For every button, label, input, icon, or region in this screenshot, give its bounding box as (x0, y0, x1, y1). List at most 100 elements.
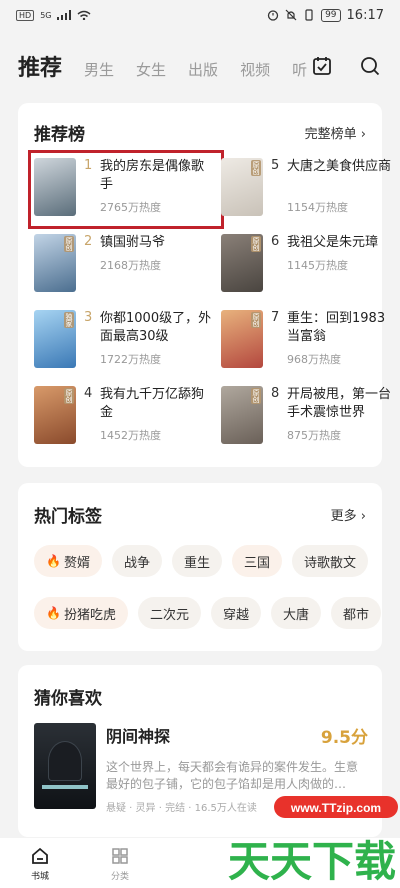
tag-chip[interactable]: 诗歌散文 (292, 545, 369, 577)
watermark-url: www.TTzip.com (290, 801, 381, 815)
rank-info: 8 开局被甩，第一台手术震惊世界 875万热度 (271, 386, 391, 446)
rank-item[interactable]: 原创 7 重生：回到1983当富翁 968万热度 (221, 310, 391, 370)
cover-tag: 原创 (64, 388, 74, 404)
tab-recommend[interactable]: 推荐 (18, 50, 62, 82)
rank-item[interactable]: 独家 3 你都1000级了，外面最高30级 1722万热度 (34, 310, 216, 370)
cover-tag: 原创 (64, 236, 74, 252)
bottom-nav-label: 分类 (110, 872, 129, 882)
book-cover: 原创 (34, 234, 76, 292)
book-title: 重生：回到1983当富翁 (287, 311, 386, 344)
tag-chip[interactable]: 🔥 扮猪吃虎 (34, 597, 128, 629)
tab-female[interactable]: 女生 (136, 59, 166, 80)
book-title: 你都1000级了，外面最高30级 (100, 311, 212, 344)
tag-row: 🔥 赘婿 战争 重生 三国 诗歌散文 (34, 545, 369, 577)
status-left: HD 5G (16, 9, 91, 21)
rank-item[interactable]: 原创 4 我有九千万亿舔狗金 1452万热度 (34, 386, 216, 446)
hot-tags-card: 热门标签 更多 › 🔥 赘婿 战争 重生 三国 诗歌散文 🔥 扮猪吃虎 二次元 穿越… (18, 483, 382, 651)
rank-number: 5 (271, 158, 280, 173)
book-cover: 原创 (221, 386, 263, 444)
book-cover (34, 158, 76, 216)
cover-tag: 原创 (251, 312, 261, 328)
rank-number: 3 (84, 310, 93, 325)
signal-icon (57, 10, 72, 20)
tag-chip[interactable]: 都市 (331, 597, 382, 629)
tag-chip[interactable]: 战争 (111, 545, 162, 577)
rank-info: 4 我有九千万亿舔狗金 1452万热度 (84, 386, 216, 446)
book-cover: 原创 (221, 234, 263, 292)
tab-listen[interactable]: 听 (292, 59, 307, 80)
tag-label: 赘婿 (63, 555, 90, 571)
watermark-logo-text: 天天下载 (228, 837, 396, 886)
hot-tags-header: 热门标签 更多 › (18, 483, 382, 545)
guess-title: 猜你喜欢 (34, 688, 102, 709)
cover-tag: 独家 (64, 312, 74, 328)
rank-item[interactable]: 1 我的房东是偶像歌手 2765万热度 (34, 158, 216, 218)
search-icon[interactable] (358, 54, 382, 78)
tab-video[interactable]: 视频 (240, 59, 270, 80)
heat-label: 875万热度 (287, 429, 341, 442)
heat-label: 2168万热度 (100, 259, 161, 272)
rank-info: 1 我的房东是偶像歌手 2765万热度 (84, 158, 216, 218)
book-cover (34, 723, 96, 809)
heat-label: 968万热度 (287, 353, 341, 366)
status-bar: HD 5G 99 16:17 (0, 0, 400, 30)
heat-label: 2765万热度 (100, 201, 161, 214)
hd-badge: HD (16, 9, 35, 21)
book-cover: 独家 (34, 310, 76, 368)
rank-info: 3 你都1000级了，外面最高30级 1722万热度 (84, 310, 216, 370)
book-score: 9.5分 (320, 728, 368, 748)
bottom-nav-label: 书城 (30, 872, 49, 882)
clock: 16:17 (346, 7, 384, 23)
grid-icon (112, 848, 128, 864)
rank-item[interactable]: 原创 6 我祖父是朱元璋 1145万热度 (221, 234, 391, 294)
full-ranking-link[interactable]: 完整榜单 › (305, 123, 366, 142)
book-title: 我的房东是偶像歌手 (100, 159, 205, 192)
status-right: 99 16:17 (267, 8, 384, 23)
cover-tag: 原创 (251, 388, 261, 404)
bottom-nav-bookstore[interactable]: 书城 (0, 838, 80, 888)
guess-header: 猜你喜欢 (18, 665, 382, 727)
tab-male[interactable]: 男生 (84, 59, 114, 80)
rank-number: 2 (84, 234, 93, 249)
rank-number: 1 (84, 158, 93, 173)
more-tags-link[interactable]: 更多 › (331, 505, 366, 524)
cover-tag: 原创 (251, 236, 261, 252)
book-title: 我有九千万亿舔狗金 (100, 387, 205, 420)
calendar-check-icon[interactable] (310, 54, 334, 78)
rank-item[interactable]: 原创 5 大唐之美食供应商 1154万热度 (221, 158, 391, 218)
nav-icons (310, 54, 382, 78)
book-cover: 原创 (221, 158, 263, 216)
battery-indicator: 99 (321, 8, 341, 22)
home-icon (32, 847, 48, 864)
tab-publish[interactable]: 出版 (188, 59, 218, 80)
hot-tags-title: 热门标签 (34, 506, 102, 527)
signal-label: 5G (40, 10, 52, 20)
rank-number: 7 (271, 310, 280, 325)
flame-icon: 🔥 (46, 606, 61, 620)
rank-item[interactable]: 原创 8 开局被甩，第一台手术震惊世界 875万热度 (221, 386, 391, 446)
wifi-icon (78, 10, 91, 20)
heat-label: 1154万热度 (287, 201, 348, 214)
book-title: 开局被甩，第一台手术震惊世界 (287, 387, 391, 420)
book-cover: 原创 (34, 386, 76, 444)
tag-label: 扮猪吃虎 (63, 607, 116, 623)
ranking-card: 推荐榜 完整榜单 › 1 我的房东是偶像歌手 2765万热度 原创 2 镇国驸马… (18, 103, 391, 467)
bottom-nav-category[interactable]: 分类 (80, 838, 160, 888)
rank-info: 2 镇国驸马爷 2168万热度 (84, 234, 216, 294)
tag-chip[interactable]: 🔥 赘婿 (34, 545, 102, 577)
rank-info: 7 重生：回到1983当富翁 968万热度 (271, 310, 391, 370)
tag-chip[interactable]: 二次元 (137, 597, 201, 629)
tag-chip[interactable]: 穿越 (210, 597, 261, 629)
book-cover: 原创 (221, 310, 263, 368)
heat-label: 1145万热度 (287, 259, 348, 272)
tag-chip[interactable]: 三国 (232, 545, 283, 577)
rank-number: 4 (84, 386, 93, 401)
tag-chip[interactable]: 大唐 (271, 597, 322, 629)
alarm-icon (267, 10, 279, 21)
heat-label: 1722万热度 (100, 353, 161, 366)
rank-item[interactable]: 原创 2 镇国驸马爷 2168万热度 (34, 234, 216, 294)
nav-tabs: 推荐 男生 女生 出版 视频 听 (18, 50, 318, 82)
tag-chip[interactable]: 重生 (171, 545, 222, 577)
rank-number: 8 (271, 386, 280, 401)
mute-bell-icon (285, 9, 297, 21)
